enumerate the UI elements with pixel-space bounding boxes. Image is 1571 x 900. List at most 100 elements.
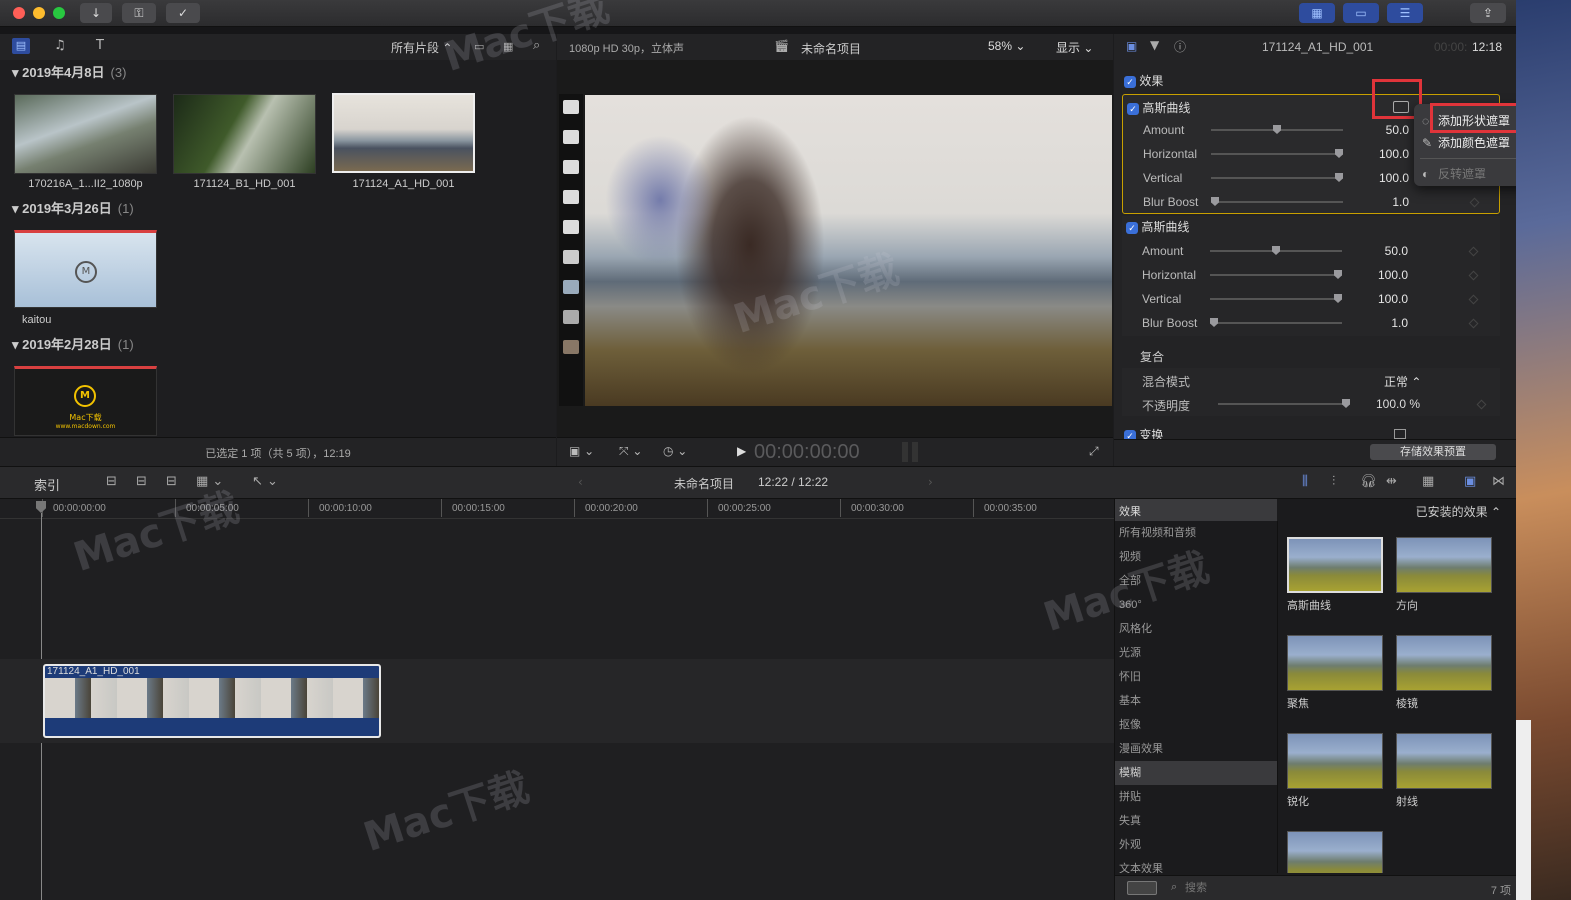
effect-thumbnail[interactable]: 高斯曲线 [1287,537,1385,613]
effect-thumbnail[interactable] [1287,831,1385,873]
effects-category-item[interactable]: 360° [1115,593,1277,617]
zoom-popup[interactable]: 58% ⌄ [988,39,1025,53]
timeline-clip[interactable]: 171124_A1_HD_001 [43,664,381,738]
effect-thumbnail[interactable]: 方向 [1396,537,1494,613]
slider-knob[interactable] [1210,318,1218,327]
filmstrip-icon[interactable]: ▦ [503,40,513,53]
video-inspector-icon[interactable]: ▣ [1126,39,1137,53]
effect-thumbnail[interactable]: 聚焦 [1287,635,1385,711]
view-options-icon[interactable]: ▣ ⌄ [569,444,594,458]
opacity-value[interactable]: 100.0 % [1376,397,1420,411]
skimming-icon[interactable]: ⫼ [1302,474,1308,489]
snapping-icon[interactable]: ⇹ [1386,474,1397,489]
effects-category-item[interactable]: 怀旧 [1115,665,1277,689]
keyframe-diamond-icon[interactable] [1476,399,1487,410]
effects-category-item[interactable]: 风格化 [1115,617,1277,641]
param-value[interactable]: 100.0 [1348,292,1408,306]
save-effects-preset-button[interactable]: 存储效果预置 [1370,444,1496,460]
index-button[interactable]: 索引 [34,475,60,494]
transform-overlay-icon[interactable] [1394,429,1406,439]
slider-knob[interactable] [1211,197,1219,206]
clip-thumbnail[interactable] [14,94,157,174]
date-group-header[interactable]: ▾ 2019年3月26日 (1) [12,198,134,217]
audio-skimming-icon[interactable]: ⫶ [1332,474,1335,489]
forward-arrow-icon[interactable]: › [928,475,933,489]
timeline[interactable]: 00:00:00:00 00:00:05:00 00:00:10:00 00:00:1… [0,499,1114,900]
effects-category-item[interactable]: 所有视频和音频 [1115,521,1277,545]
key-icon[interactable]: ⚿ [122,3,156,23]
timeline-layout-icon[interactable]: ▭ [1343,3,1379,23]
minimize-window-button[interactable] [33,7,45,19]
transform-tool-icon[interactable]: ⤧ ⌄ [619,444,642,459]
close-window-button[interactable] [13,7,25,19]
param-value[interactable]: 100.0 [1349,147,1409,161]
effects-search-input[interactable] [1185,879,1385,897]
param-value[interactable]: 1.0 [1348,316,1408,330]
effect-thumbnail[interactable]: 锐化 [1287,733,1385,809]
keyframe-diamond-icon[interactable] [1468,318,1479,329]
param-slider[interactable] [1211,173,1343,182]
param-slider[interactable] [1211,125,1343,134]
effect-title-row[interactable]: ✓ 高斯曲线 [1127,97,1190,119]
blend-mode-popup[interactable]: 正常 ⌃ [1384,373,1421,390]
connect-edit-icon[interactable]: ⊟ [106,474,117,489]
keyframe-diamond-icon[interactable] [1468,246,1479,257]
clip-appearance-icon[interactable]: ▦ [1422,474,1434,489]
effect-enable-checkbox[interactable]: ✓ [1126,221,1138,234]
param-slider[interactable] [1210,294,1342,303]
param-slider[interactable] [1210,246,1342,255]
import-icon[interactable]: ↓ [80,3,112,23]
check-circle-icon[interactable]: ✓ [166,3,200,23]
slider-knob[interactable] [1272,246,1280,255]
search-icon[interactable]: ⌕ [533,38,540,53]
speed-icon[interactable]: ◷ ⌄ [663,444,687,458]
append-edit-icon[interactable]: ⊟ [166,474,177,489]
back-arrow-icon[interactable]: ‹ [578,475,583,489]
photos-audio-icon[interactable]: ♫ [54,38,66,53]
param-value[interactable]: 50.0 [1349,123,1409,137]
clip-thumbnail-selected[interactable] [332,93,475,173]
inspector-layout-icon[interactable]: ☰ [1387,3,1423,23]
filter-popup[interactable]: 所有片段 ⌃ [391,39,452,56]
play-icon[interactable]: ▶ [737,444,746,458]
select-tool-icon[interactable]: ↖ ⌄ [252,474,278,489]
effects-category-item[interactable]: 基本 [1115,689,1277,713]
clip-appearance-icon[interactable]: ▭ [474,40,484,53]
clip-thumbnail[interactable]: M Mac下载 www.macdown.com [14,366,157,436]
effect-thumbnail[interactable]: 射线 [1396,733,1494,809]
clip-thumbnail[interactable] [173,94,316,174]
installed-effects-popup[interactable]: 已安装的效果 ⌃ [1385,503,1501,520]
effects-browser-icon[interactable]: ▣ [1464,474,1476,489]
keyframe-diamond-icon[interactable] [1468,294,1479,305]
param-slider[interactable] [1211,149,1343,158]
slider-knob[interactable] [1334,270,1342,279]
effect-thumbnail[interactable]: 棱镜 [1396,635,1494,711]
clip-thumbnail[interactable]: M [14,230,157,308]
keyframe-diamond-icon[interactable] [1469,197,1480,208]
display-popup[interactable]: 显示 ⌄ [1056,39,1093,56]
effects-category-item[interactable]: 光源 [1115,641,1277,665]
param-value[interactable]: 1.0 [1349,195,1409,209]
effects-category-item[interactable]: 全部 [1115,569,1277,593]
opacity-slider[interactable] [1218,399,1350,408]
effects-checkbox[interactable]: ✓ [1124,75,1136,88]
effect-enable-checkbox[interactable]: ✓ [1127,102,1139,115]
effects-category-item[interactable]: 外观 [1115,833,1277,857]
info-icon[interactable]: ⓘ [1174,38,1186,55]
fullscreen-icon[interactable]: ⤢ [1089,444,1099,459]
sidebar-toggle-icon[interactable] [1127,881,1157,895]
param-value[interactable]: 50.0 [1348,244,1408,258]
param-slider[interactable] [1211,197,1343,206]
effects-category-item[interactable]: 漫画效果 [1115,737,1277,761]
overwrite-edit-icon[interactable]: ▦ ⌄ [196,474,223,489]
insert-edit-icon[interactable]: ⊟ [136,474,147,489]
timeline-ruler[interactable]: 00:00:00:00 00:00:05:00 00:00:10:00 00:00:1… [0,499,1114,519]
zoom-window-button[interactable] [53,7,65,19]
video-frame[interactable] [585,95,1112,406]
slider-knob[interactable] [1334,294,1342,303]
effects-category-item[interactable]: 视频 [1115,545,1277,569]
slider-knob[interactable] [1335,149,1343,158]
slider-knob[interactable] [1273,125,1281,134]
effect-block[interactable]: ✓ 高斯曲线 Amount 50.0 Horizontal 100.0 Vertical… [1122,216,1500,336]
keyframe-diamond-icon[interactable] [1468,270,1479,281]
